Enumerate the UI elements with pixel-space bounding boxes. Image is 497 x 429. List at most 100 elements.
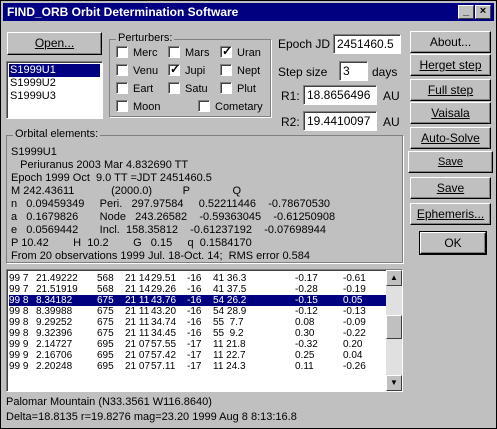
window-title: FIND_ORB Orbit Determination Software [7,5,239,19]
r2-label: R2: [281,115,300,129]
checkbox-box[interactable] [116,100,128,112]
checkbox-box[interactable] [198,100,210,112]
close-button[interactable]: × [475,5,491,19]
observation-cell: 99 7 [9,273,29,284]
r1-label: R1: [281,89,300,103]
observation-row[interactable]: 99 9 2.20248 695 21 07 57.11 -17 11 24.3 0.11 -0… [9,361,389,372]
save-elements-button[interactable]: Save elements [410,177,491,215]
observation-row[interactable]: 99 7 21.51919 568 21 14 29.26 -16 41 37.5 -0.28… [9,284,389,295]
full-step-button[interactable]: Full step [410,79,491,101]
checkbox-label: Nept [237,65,261,77]
observation-cell: -0.22 [343,328,366,339]
observation-cell: -16 [187,328,202,339]
observation-cell: 34.74 [151,317,177,328]
observation-cell: 8.39988 [36,306,73,317]
element-line: From 20 observations 1999 Jul. 18-Oct. 1… [11,250,310,262]
observation-cell: 99 9 [9,339,29,350]
step-size-input[interactable]: 3 [339,61,368,81]
vaisala-button[interactable]: Vaisala [410,102,491,124]
observation-cell: 0.25 [295,350,315,361]
checkbox-box[interactable] [220,82,232,94]
observation-cell: 29.51 [151,273,177,284]
r2-input[interactable]: 19.4410097 [303,111,377,131]
ephemeris-button[interactable]: Ephemeris... [410,203,491,225]
auto-solve-button[interactable]: Auto-Solve [410,127,491,149]
perturber-moon-checkbox[interactable]: Moon [116,100,161,113]
observation-cell: 21 14 [125,273,151,284]
observation-row[interactable]: 99 8 9.32396 675 21 11 34.45 -16 55 9.2 0.30 -0.… [9,328,389,339]
observation-cell: -0.26 [343,361,366,372]
open-button[interactable]: Open... [7,32,102,55]
observation-row[interactable]: 99 8 8.39988 675 21 11 43.20 -16 54 28.9 -0.12 -… [9,306,389,317]
observation-row[interactable]: 99 9 2.16706 695 21 07 57.42 -17 11 22.7 0.25 0.… [9,350,389,361]
minimize-button[interactable]: _ [458,5,474,19]
step-unit: days [372,65,398,79]
object-list-item[interactable]: S1999U2 [9,77,100,90]
checkbox-box[interactable] [116,46,128,58]
checkbox-label: Uran [237,47,261,59]
observation-row[interactable]: 99 8 9.29252 675 21 11 34.74 -16 55 7.7 0.08 -0.… [9,317,389,328]
ok-button[interactable]: OK [420,232,486,254]
title-bar[interactable]: FIND_ORB Orbit Determination Software _ … [3,3,494,21]
scroll-thumb[interactable] [386,315,402,339]
observation-cell: 0.08 [295,317,315,328]
perturber-merc-checkbox[interactable]: Merc [116,46,157,59]
observation-cell: 57.55 [151,339,177,350]
checkbox-box[interactable] [168,62,180,76]
observations-list[interactable]: 99 7 21.49222 568 21 14 29.51 -16 41 36.3 -0.17… [6,269,403,392]
checkbox-box[interactable] [220,44,232,58]
checkbox-label: Jupi [185,65,206,77]
checkbox-box[interactable] [116,82,128,94]
observation-row[interactable]: 99 9 2.14727 695 21 07 57.55 -17 11 21.8 -0.32 0… [9,339,389,350]
object-list[interactable]: S1999U1 S1999U2 S1999U3 [6,61,103,119]
perturber-eart-checkbox[interactable]: Eart [116,82,153,95]
element-line: S1999U1 [11,146,57,158]
about-button[interactable]: About... [410,31,491,53]
perturber-uran-checkbox[interactable]: Uran [220,44,261,59]
observation-cell: 675 [97,295,114,306]
observation-cell: 8.34182 [36,295,73,306]
observation-cell: -0.28 [295,284,318,295]
herget-step-button[interactable]: Herget step [410,54,491,76]
checkbox-box[interactable] [220,64,232,76]
observations-scrollbar[interactable]: ▲ ▼ [386,270,402,391]
observation-row[interactable]: 99 8 8.34182 675 21 11 43.76 -16 54 26.2 -0.15 0… [9,295,389,306]
checkbox-box[interactable] [168,46,180,58]
epoch-input[interactable]: 2451460.5 [333,34,401,54]
object-list-item[interactable]: S1999U3 [9,90,100,103]
checkbox-label: Venu [133,65,159,77]
perturber-mars-checkbox[interactable]: Mars [168,46,209,59]
scroll-down-icon[interactable]: ▼ [386,375,402,391]
perturber-satu-checkbox[interactable]: Satu [168,82,208,95]
element-line: M 242.43611 (2000.0) P Q [11,185,242,197]
observation-cell: -0.61 [343,273,366,284]
observation-cell: 0.30 [295,328,315,339]
perturber-venu-checkbox[interactable]: Venu [116,64,158,77]
observation-row[interactable]: 99 7 21.49222 568 21 14 29.51 -16 41 36.3 -0.17… [9,273,389,284]
perturber-plut-checkbox[interactable]: Plut [220,82,256,95]
vaisala-label: Vaisala [431,106,470,120]
save-residuals-button[interactable]: Save Residuals... [408,151,493,188]
perturber-jupi-checkbox[interactable]: Jupi [168,62,206,77]
perturber-cometary-checkbox[interactable]: Cometary [198,100,263,113]
scroll-up-icon[interactable]: ▲ [386,270,402,286]
object-list-item[interactable]: S1999U1 [9,64,100,77]
observation-cell: 43.20 [151,306,177,317]
observation-cell: 29.26 [151,284,177,295]
observation-cell: 41 36.3 [213,273,247,284]
checkbox-box[interactable] [116,64,128,76]
r1-input[interactable]: 18.8656496 [303,85,377,105]
observation-cell: -16 [187,317,202,328]
observation-cell: 0.05 [343,295,363,306]
checkbox-box[interactable] [168,82,180,94]
perturber-nept-checkbox[interactable]: Nept [220,64,260,77]
observation-cell: 55 9.2 [213,328,244,339]
main-window: FIND_ORB Orbit Determination Software _ … [0,0,497,429]
observation-cell: 21 07 [125,361,151,372]
observation-cell: -0.13 [343,306,366,317]
observation-cell: 99 7 [9,284,29,295]
observation-cell: 21.51919 [36,284,78,295]
observation-cell: 41 37.5 [213,284,247,295]
observation-cell: 2.14727 [36,339,73,350]
observation-cell: 54 26.2 [213,295,247,306]
